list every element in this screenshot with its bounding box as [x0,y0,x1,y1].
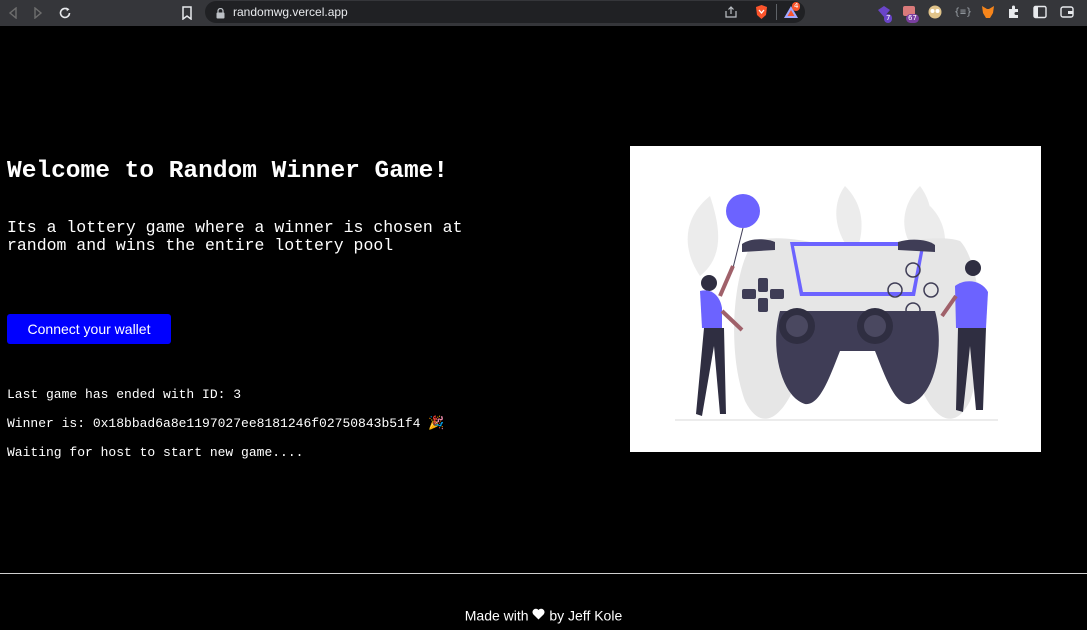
lock-icon[interactable] [216,6,225,24]
json-extension-icon[interactable]: {≡} [954,4,972,22]
bookmark-icon[interactable] [178,4,196,22]
wallet-icon[interactable] [1059,4,1077,22]
sidebar-icon[interactable] [1032,4,1050,22]
forward-icon[interactable] [29,4,47,22]
rewards-badge: 4 [792,2,801,11]
last-game-text: Last game has ended with ID: 3 [7,387,242,402]
game-controller-illustration [630,146,1041,452]
footer-author: by Jeff Kole [549,607,623,624]
page-description: Its a lottery game where a winner is cho… [7,218,463,255]
urlbar-divider [776,4,777,20]
reload-icon[interactable] [56,4,74,22]
footer-made-with: Made with [464,607,529,624]
address-bar[interactable]: randomwg.vercel.app 4 [205,1,805,23]
page-title: Welcome to Random Winner Game! [7,158,449,185]
waiting-text: Waiting for host to start new game.... [7,445,304,460]
back-icon[interactable] [4,4,22,22]
extension-badge-67: 67 [906,14,919,23]
extensions-icon[interactable] [1006,4,1024,22]
footer-divider [0,573,1087,574]
browser-toolbar: randomwg.vercel.app 4 7 67 {≡} [0,0,1087,26]
heart-icon [532,607,549,623]
footer: Made with by Jeff Kole [0,606,1087,623]
share-icon[interactable] [724,5,738,24]
url-text: randomwg.vercel.app [233,5,348,19]
connect-wallet-button[interactable]: Connect your wallet [7,314,171,344]
metamask-icon[interactable] [980,4,998,22]
owl-extension-icon[interactable] [927,4,945,22]
brave-shield-icon[interactable] [754,4,769,25]
winner-text: Winner is: 0x18bbad6a8e1197027ee8181246f… [7,416,445,431]
